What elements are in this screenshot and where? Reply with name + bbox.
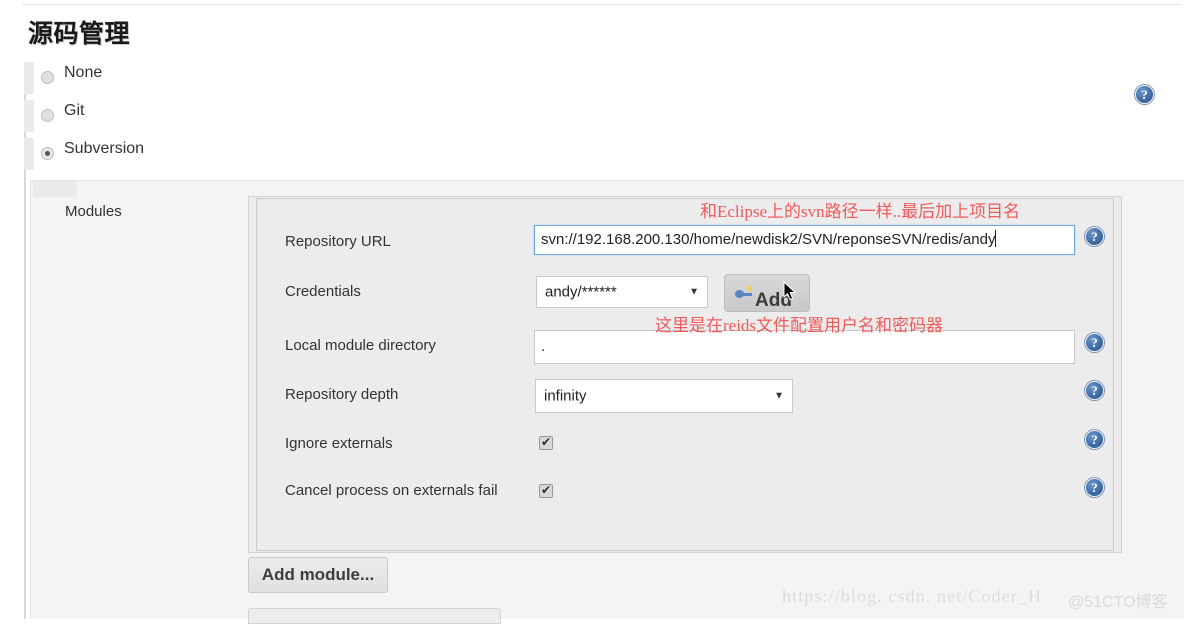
cancel-process-on-externals-fail-checkbox[interactable]	[539, 482, 553, 498]
config-band-top-border	[31, 180, 1184, 181]
repository-url-label: Repository URL	[285, 233, 391, 250]
row-tab-marker	[24, 100, 34, 132]
add-module-button[interactable]: Add module...	[248, 557, 388, 593]
text-caret	[995, 230, 997, 247]
watermark-blog-url: https://blog. csdn. net/Coder_H	[782, 586, 1043, 606]
row-tab-marker	[24, 62, 34, 94]
add-credentials-button[interactable]: Add	[724, 274, 810, 312]
chevron-down-icon: ▼	[774, 390, 784, 402]
cancel-process-on-externals-fail-label: Cancel process on externals fail	[285, 482, 498, 499]
page-title: 源码管理	[28, 20, 131, 48]
mouse-cursor-icon	[783, 281, 797, 301]
repository-url-value: svn://192.168.200.130/home/newdisk2/SVN/…	[541, 231, 996, 248]
modules-label: Modules	[65, 203, 122, 220]
annotation-repository-url: 和Eclipse上的svn路径一样..最后加上项目名	[700, 202, 1021, 221]
ignore-externals-label: Ignore externals	[285, 435, 393, 452]
credentials-selected-value: andy/******	[545, 283, 617, 301]
scm-option-subversion[interactable]: Subversion	[0, 138, 1184, 176]
radio-git-label: Git	[64, 102, 85, 119]
scm-option-git[interactable]: Git	[0, 100, 1184, 138]
help-icon-repository-depth[interactable]	[1085, 381, 1104, 400]
radio-none[interactable]	[41, 71, 54, 84]
annotation-credentials: 这里是在reids文件配置用户名和密码器	[655, 316, 944, 335]
radio-git[interactable]	[41, 109, 54, 122]
radio-subversion-label: Subversion	[64, 140, 145, 157]
next-section-partial	[248, 608, 501, 624]
repository-depth-selected-value: infinity	[544, 387, 587, 405]
credentials-label: Credentials	[285, 283, 361, 300]
watermark-site: @51CTO博客	[1068, 594, 1168, 611]
credentials-select[interactable]: andy/****** ▼	[536, 276, 708, 308]
scm-radio-group: None Git Subversion	[0, 62, 1184, 180]
repository-url-input[interactable]: svn://192.168.200.130/home/newdisk2/SVN/…	[534, 225, 1075, 255]
radio-none-label: None	[64, 64, 103, 81]
key-icon	[735, 286, 752, 298]
local-module-directory-value: .	[541, 338, 546, 355]
ignore-externals-checkbox[interactable]	[539, 434, 553, 450]
scm-option-none[interactable]: None	[0, 62, 1184, 100]
radio-subversion[interactable]	[41, 147, 54, 160]
add-module-label: Add module...	[261, 565, 375, 584]
help-icon-cancel-process-on-externals-fail[interactable]	[1085, 478, 1104, 497]
help-icon-scm[interactable]	[1135, 85, 1154, 104]
repository-depth-label: Repository depth	[285, 386, 399, 403]
chevron-down-icon: ▼	[689, 286, 699, 298]
help-icon-ignore-externals[interactable]	[1085, 430, 1104, 449]
repository-depth-select[interactable]: infinity ▼	[535, 379, 793, 413]
row-tab-marker	[24, 138, 34, 170]
help-icon-local-module-directory[interactable]	[1085, 333, 1104, 352]
modules-tab-marker	[33, 181, 77, 197]
help-icon-repository-url[interactable]	[1085, 227, 1104, 246]
header-divider	[22, 4, 1180, 5]
local-module-directory-label: Local module directory	[285, 337, 436, 354]
